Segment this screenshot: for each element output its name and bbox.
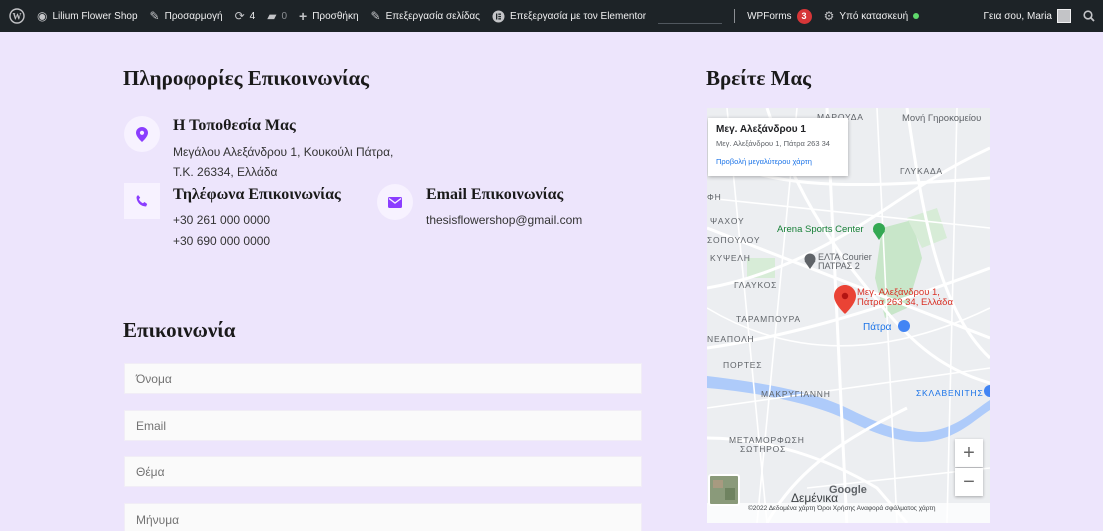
name-placeholder: Όνομα — [136, 371, 172, 386]
wpforms-badge: 3 — [796, 8, 812, 24]
google-logo: Google — [829, 484, 867, 496]
email-placeholder: Email — [136, 418, 167, 433]
location-line1: Μεγάλου Αλεξάνδρου 1, Κουκούλι Πάτρα, — [173, 145, 394, 159]
label-fi: ΦΗ — [707, 192, 722, 202]
label-sopoulou: ΣΟΠΟΥΛΟΥ — [707, 235, 761, 245]
google-map[interactable]: ΜΑΡΟΥΔΑ Μονή Γηροκομείου ΓΛΥΚΑΔΑ ΦΗ ΨΑΧΟ… — [707, 108, 990, 523]
updates-link[interactable]: ⟳ 4 — [229, 0, 262, 32]
label-tarampoura: ΤΑΡΑΜΠΟΥΡΑ — [736, 314, 801, 324]
location-icon-badge — [124, 116, 160, 152]
maintenance-label: Υπό κατασκευή — [839, 10, 909, 22]
email-title: Email Επικοινωνίας — [426, 186, 564, 203]
location-title: Η Τοποθεσία Μας — [173, 117, 296, 134]
label-sklavenitis: ΣΚΛΑΒΕΝΙΤΗΣ — [916, 388, 984, 398]
edit-elementor-label: Επεξεργασία με τον Elementor — [510, 10, 647, 22]
find-us-heading: Βρείτε Μας — [706, 66, 812, 90]
new-content-link[interactable]: + Προσθήκη — [293, 0, 365, 32]
search-button[interactable] — [1077, 0, 1103, 32]
comment-icon: ▰ — [267, 9, 277, 23]
view-larger-map-link[interactable]: Προβολή μεγαλύτερου χάρτη — [716, 157, 840, 166]
gear-icon: ⚙ — [823, 9, 835, 23]
phone-2[interactable]: +30 690 000 0000 — [173, 231, 270, 252]
status-dot — [913, 13, 920, 19]
label-portes: ΠΟΡΤΕΣ — [723, 360, 763, 370]
map-pin-icon — [136, 126, 148, 142]
updates-icon: ⟳ — [234, 9, 245, 23]
label-arena: Arena Sports Center — [777, 224, 864, 235]
comments-link[interactable]: ▰ 0 — [261, 0, 293, 32]
edit-elementor-link[interactable]: Επεξεργασία με τον Elementor — [486, 0, 652, 32]
map-info-card: Μεγ. Αλεξάνδρου 1 Μεγ. Αλεξάνδρου 1, Πάτ… — [708, 118, 848, 176]
label-makrygianni: ΜΑΚΡΥΓΙΑΝΝΗ — [761, 389, 831, 399]
separator — [734, 9, 736, 23]
label-patra: Πάτρα — [863, 322, 892, 333]
zoom-in-button[interactable]: + — [955, 439, 983, 467]
site-name-link[interactable]: ◉ Lilium Flower Shop — [31, 0, 144, 32]
phone-icon — [136, 195, 148, 207]
label-glaukos: ΓΛΑΥΚΟΣ — [734, 280, 778, 290]
envelope-icon — [388, 196, 402, 208]
contact-form-heading: Επικοινωνία — [123, 318, 236, 342]
plus-icon: + — [299, 8, 308, 24]
wpforms-label: WPForms — [747, 10, 792, 22]
comments-count: 0 — [281, 10, 288, 22]
account-link[interactable]: Γεια σου, Maria — [977, 0, 1077, 32]
customize-label: Προσαρμογή — [164, 10, 223, 22]
label-glykada: ΓΛΥΚΑΔΑ — [900, 166, 943, 176]
subject-field[interactable]: Θέμα — [124, 456, 642, 487]
contact-info-heading: Πληροφορίες Επικοινωνίας — [123, 66, 370, 90]
label-metamorfosi-2: ΣΩΤΗΡΟΣ — [740, 444, 787, 454]
admin-search-field[interactable] — [658, 8, 723, 24]
phones-title: Τηλέφωνα Επικοινωνίας — [173, 186, 341, 203]
location-line2: Τ.Κ. 26334, Ελλάδα — [173, 165, 278, 179]
email-icon-badge — [377, 184, 413, 220]
zoom-out-icon: − — [963, 470, 975, 493]
label-kyfelh: ΚΥΨΕΛΗ — [710, 253, 751, 263]
site-name: Lilium Flower Shop — [52, 10, 138, 22]
customize-link[interactable]: ✎ Προσαρμογή — [144, 0, 229, 32]
message-field[interactable]: Μήνυμα — [124, 503, 642, 531]
marker-label-line2: Πάτρα 263 34, Ελλάδα — [857, 297, 953, 308]
elementor-icon — [492, 10, 505, 23]
label-moni: Μονή Γηροκομείου — [902, 113, 982, 124]
card-address: Μεγ. Αλεξάνδρου 1, Πάτρα 263 34 — [716, 139, 830, 148]
card-title: Μεγ. Αλεξάνδρου 1 — [716, 124, 806, 135]
edit-page-label: Επεξεργασία σελίδας — [385, 10, 480, 22]
wordpress-icon: W — [9, 8, 25, 24]
greeting: Γεια σου, Maria — [983, 10, 1052, 22]
label-neapolh: ΝΕΑΠΟΛΗ — [707, 334, 755, 344]
message-placeholder: Μήνυμα — [136, 513, 180, 527]
zoom-out-button[interactable]: − — [955, 468, 983, 496]
updates-count: 4 — [249, 10, 256, 22]
phone-icon-badge — [124, 183, 160, 219]
pencil-icon: ✎ — [370, 9, 381, 23]
subject-placeholder: Θέμα — [136, 464, 165, 479]
label-elta2: ΠΑΤΡΑΣ 2 — [818, 261, 860, 271]
svg-text:W: W — [13, 12, 22, 22]
brush-icon: ✎ — [149, 9, 160, 23]
zoom-in-icon: + — [963, 441, 975, 464]
name-field[interactable]: Όνομα — [124, 363, 642, 394]
email-address[interactable]: thesisflowershop@gmail.com — [426, 210, 582, 231]
dashboard-icon: ◉ — [37, 9, 48, 23]
wpforms-link[interactable]: WPForms 3 — [741, 0, 817, 32]
wordpress-logo[interactable]: W — [0, 0, 31, 32]
new-label: Προσθήκη — [312, 10, 359, 22]
phone-1[interactable]: +30 261 000 0000 — [173, 210, 270, 231]
email-field[interactable]: Email — [124, 410, 642, 441]
label-psaxou: ΨΑΧΟΥ — [710, 216, 745, 226]
avatar — [1057, 9, 1071, 23]
maintenance-link[interactable]: ⚙ Υπό κατασκευή — [818, 0, 926, 32]
edit-page-link[interactable]: ✎ Επεξεργασία σελίδας — [365, 0, 486, 32]
search-icon — [1083, 10, 1095, 22]
map-footer[interactable]: ©2022 Δεδομένα χάρτη Όροι Χρήσης Αναφορά… — [748, 505, 936, 512]
admin-bar: W ◉ Lilium Flower Shop ✎ Προσαρμογή ⟳ 4 … — [0, 0, 1103, 32]
